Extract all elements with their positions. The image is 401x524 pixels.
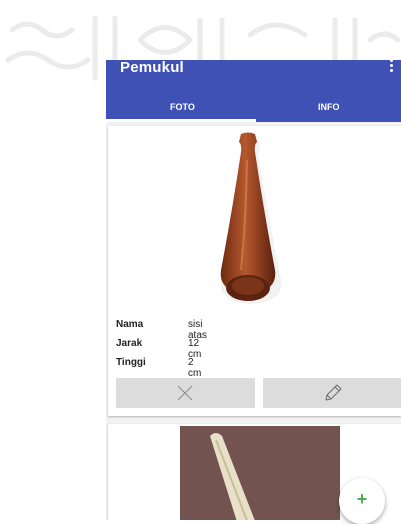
field-label: Tinggi [116, 357, 146, 368]
more-vert-icon[interactable] [385, 60, 397, 73]
app-title: Pemukul [120, 60, 184, 76]
tab-foto[interactable]: FOTO [170, 102, 195, 112]
field-label: Jarak [116, 338, 143, 349]
field-value: 2 cm [188, 357, 202, 379]
app-window: Pemukul FOTO INFO Nama sisi atas Jarak 1… [106, 60, 401, 520]
add-icon: + [356, 489, 368, 509]
tab-info[interactable]: INFO [318, 102, 340, 112]
item-card: Nama sisi atas Jarak 12 cm Tinggi 2 cm [108, 126, 401, 416]
add-button[interactable]: + [339, 478, 385, 524]
close-icon [177, 385, 193, 401]
bat-photo [180, 426, 340, 520]
field-label: Nama [116, 319, 144, 330]
tab-indicator [106, 119, 256, 122]
edit-button[interactable] [263, 378, 401, 408]
delete-button[interactable] [116, 378, 255, 408]
app-bar: Pemukul FOTO INFO [106, 60, 401, 122]
pencil-icon [325, 384, 342, 401]
wooden-bat-photo [220, 132, 282, 304]
